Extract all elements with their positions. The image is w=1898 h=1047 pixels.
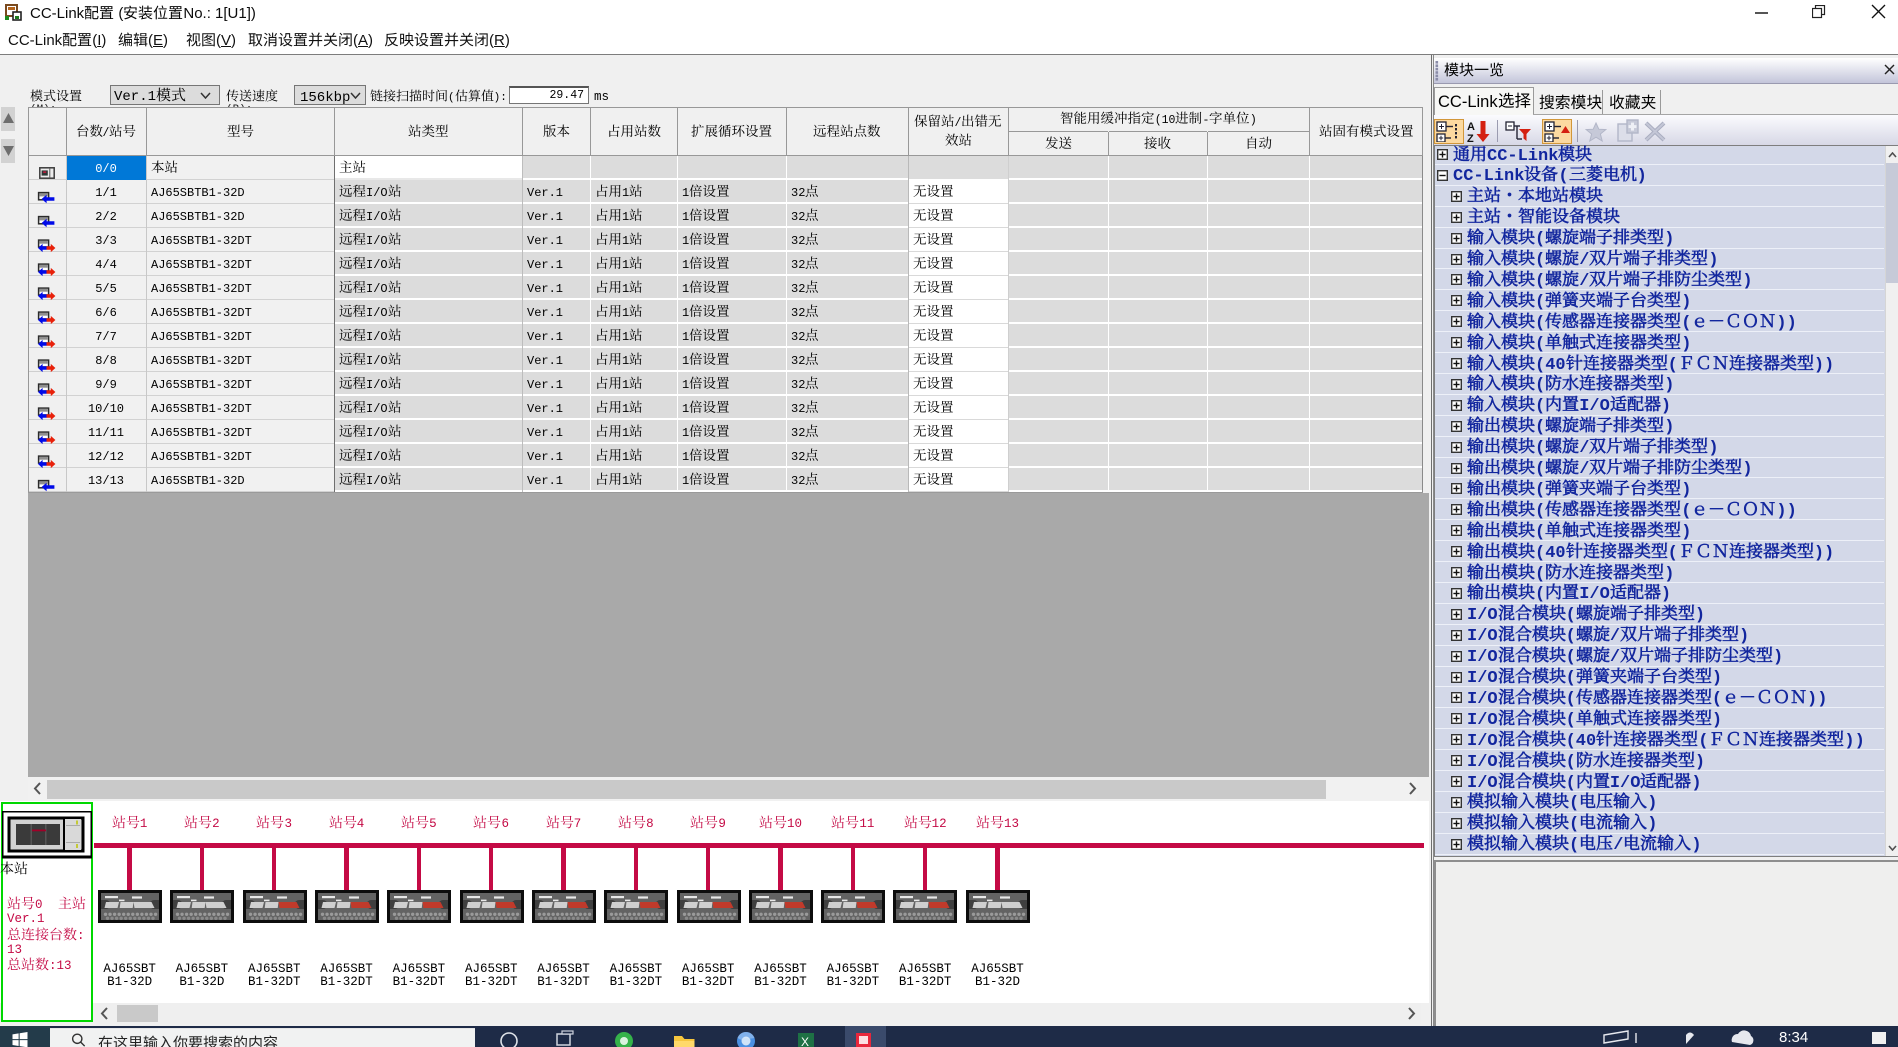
svg-text:X: X xyxy=(801,1035,809,1047)
